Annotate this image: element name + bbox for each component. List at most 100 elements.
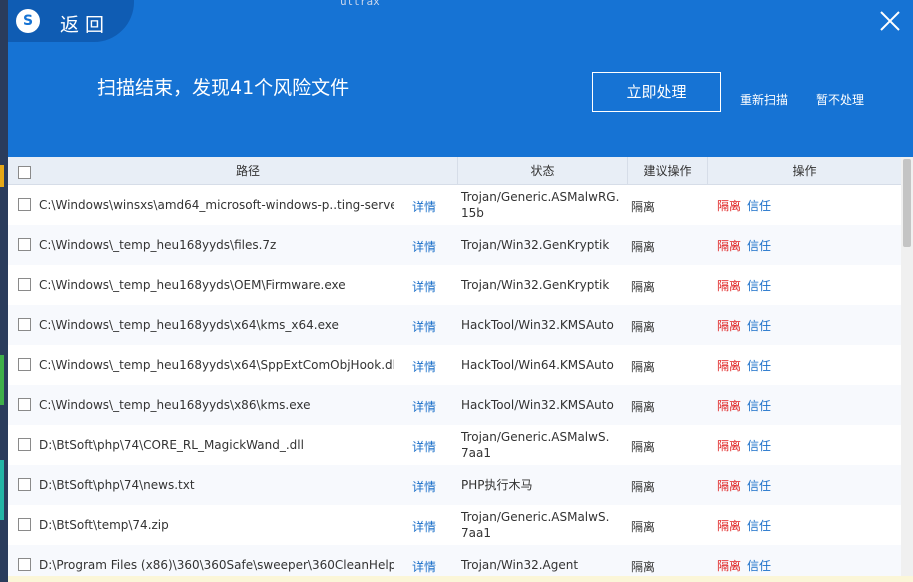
back-button[interactable]: 返回	[60, 10, 110, 37]
table-row[interactable]: D:\BtSoft\temp\74.zip 详情 Trojan/Generic.AS…	[8, 505, 901, 545]
trust-button[interactable]: 信任	[747, 397, 771, 414]
trust-button[interactable]: 信任	[747, 317, 771, 334]
select-all-checkbox[interactable]	[18, 166, 31, 179]
suggested-action: 隔离	[631, 320, 656, 334]
detail-link[interactable]: 详情	[412, 518, 436, 535]
table-row[interactable]: C:\Windows\winsxs\amd64_microsoft-window…	[8, 185, 901, 225]
rescan-link[interactable]: 重新扫描	[740, 91, 788, 108]
suggested-action: 隔离	[631, 480, 656, 494]
detail-link[interactable]: 详情	[412, 438, 436, 455]
threat-name: Trojan/Win32.GenKryptik	[461, 278, 610, 292]
trust-button[interactable]: 信任	[747, 277, 771, 294]
column-header-path: 路径	[39, 157, 458, 185]
table-body: C:\Windows\winsxs\amd64_microsoft-window…	[8, 185, 901, 582]
table-header: 路径 状态 建议操作 操作	[8, 157, 901, 185]
suggested-action: 隔离	[631, 200, 656, 214]
row-checkbox[interactable]	[18, 198, 31, 211]
risk-file-table: 路径 状态 建议操作 操作 C:\Windows\winsxs\amd64_mi…	[8, 157, 901, 582]
back-tab[interactable]: S 返回	[8, 0, 134, 42]
row-checkbox[interactable]	[18, 398, 31, 411]
isolate-button[interactable]: 隔离	[717, 477, 741, 494]
file-path: C:\Windows\_temp_heu168yyds\x64\kms_x64.…	[39, 318, 339, 332]
side-decoration	[0, 355, 4, 405]
file-path: C:\Windows\_temp_heu168yyds\x64\SppExtCo…	[39, 358, 394, 372]
isolate-button[interactable]: 隔离	[717, 277, 741, 294]
detail-link[interactable]: 详情	[412, 398, 436, 415]
detail-link[interactable]: 详情	[412, 278, 436, 295]
table-row[interactable]: D:\BtSoft\php\74\CORE_RL_MagickWand_.dll…	[8, 425, 901, 465]
background-window-title: ultrax	[340, 0, 380, 8]
row-checkbox[interactable]	[18, 318, 31, 331]
isolate-button[interactable]: 隔离	[717, 237, 741, 254]
suggested-action: 隔离	[631, 440, 656, 454]
suggested-action: 隔离	[631, 280, 656, 294]
file-path: D:\Program Files (x86)\360\360Safe\sweep…	[39, 558, 394, 572]
threat-status: Trojan/Generic.ASMalwS. 7aa1	[461, 509, 631, 541]
isolate-button[interactable]: 隔离	[717, 517, 741, 534]
trust-button[interactable]: 信任	[747, 517, 771, 534]
trust-button[interactable]: 信任	[747, 357, 771, 374]
threat-status: Trojan/Generic.ASMalwS. 7aa1	[461, 429, 631, 461]
row-checkbox[interactable]	[18, 358, 31, 371]
scan-result-window: S 返回 扫描结束，发现41个风险文件 立即处理 重新扫描 暂不处理 ultra…	[0, 0, 913, 582]
isolate-button[interactable]: 隔离	[717, 397, 741, 414]
isolate-button[interactable]: 隔离	[717, 557, 741, 574]
threat-name: HackTool/Win32.KMSAuto	[461, 318, 614, 332]
trust-button[interactable]: 信任	[747, 557, 771, 574]
row-checkbox[interactable]	[18, 278, 31, 291]
table-scrollbar[interactable]	[901, 157, 913, 582]
isolate-button[interactable]: 隔离	[717, 197, 741, 214]
close-icon[interactable]	[879, 10, 901, 32]
row-checkbox[interactable]	[18, 438, 31, 451]
suggested-action: 隔离	[631, 520, 656, 534]
scrollbar-thumb[interactable]	[903, 159, 911, 247]
threat-status: HackTool/Win32.KMSAuto	[461, 317, 631, 333]
file-path: D:\BtSoft\php\74\CORE_RL_MagickWand_.dll	[39, 438, 304, 452]
trust-button[interactable]: 信任	[747, 437, 771, 454]
threat-status: Trojan/Win32.GenKryptik	[461, 277, 631, 293]
file-path: D:\BtSoft\temp\74.zip	[39, 518, 169, 532]
threat-name: Trojan/Generic.ASMalwS.	[461, 510, 610, 524]
table-row[interactable]: C:\Windows\_temp_heu168yyds\x64\SppExtCo…	[8, 345, 901, 385]
detail-link[interactable]: 详情	[412, 358, 436, 375]
trust-button[interactable]: 信任	[747, 237, 771, 254]
bottom-status-bar	[8, 576, 913, 582]
trust-button[interactable]: 信任	[747, 197, 771, 214]
threat-status: PHP执行木马	[461, 477, 631, 493]
file-path: C:\Windows\winsxs\amd64_microsoft-window…	[39, 198, 394, 212]
trust-button[interactable]: 信任	[747, 477, 771, 494]
skip-processing-link[interactable]: 暂不处理	[816, 91, 864, 108]
detail-link[interactable]: 详情	[412, 318, 436, 335]
isolate-button[interactable]: 隔离	[717, 437, 741, 454]
isolate-button[interactable]: 隔离	[717, 357, 741, 374]
threat-status: HackTool/Win64.KMSAuto	[461, 357, 631, 373]
threat-name: PHP执行木马	[461, 478, 533, 492]
threat-status: Trojan/Win32.Agent	[461, 557, 631, 573]
process-now-button[interactable]: 立即处理	[592, 72, 721, 112]
suggested-action: 隔离	[631, 560, 656, 574]
suggested-action: 隔离	[631, 400, 656, 414]
threat-name: Trojan/Win32.Agent	[461, 558, 579, 572]
table-row[interactable]: C:\Windows\_temp_heu168yyds\OEM\Firmware…	[8, 265, 901, 305]
suggested-action: 隔离	[631, 240, 656, 254]
table-row[interactable]: C:\Windows\_temp_heu168yyds\files.7z 详情 Tr…	[8, 225, 901, 265]
detail-link[interactable]: 详情	[412, 238, 436, 255]
file-path: C:\Windows\_temp_heu168yyds\x86\kms.exe	[39, 398, 311, 412]
row-checkbox[interactable]	[18, 238, 31, 251]
detail-link[interactable]: 详情	[412, 558, 436, 575]
file-path: C:\Windows\_temp_heu168yyds\OEM\Firmware…	[39, 278, 346, 292]
threat-name: HackTool/Win64.KMSAuto	[461, 358, 614, 372]
table-row[interactable]: C:\Windows\_temp_heu168yyds\x64\kms_x64.…	[8, 305, 901, 345]
suggested-action: 隔离	[631, 360, 656, 374]
table-row[interactable]: D:\BtSoft\php\74\news.txt 详情 PHP执行木马 隔离 隔离 信任	[8, 465, 901, 505]
column-header-status: 状态	[458, 157, 628, 185]
column-header-suggestion: 建议操作	[628, 157, 708, 185]
row-checkbox[interactable]	[18, 558, 31, 571]
isolate-button[interactable]: 隔离	[717, 317, 741, 334]
detail-link[interactable]: 详情	[412, 478, 436, 495]
detail-link[interactable]: 详情	[412, 198, 436, 215]
row-checkbox[interactable]	[18, 518, 31, 531]
row-checkbox[interactable]	[18, 478, 31, 491]
table-row[interactable]: C:\Windows\_temp_heu168yyds\x86\kms.exe 详…	[8, 385, 901, 425]
threat-name: HackTool/Win32.KMSAuto	[461, 398, 614, 412]
